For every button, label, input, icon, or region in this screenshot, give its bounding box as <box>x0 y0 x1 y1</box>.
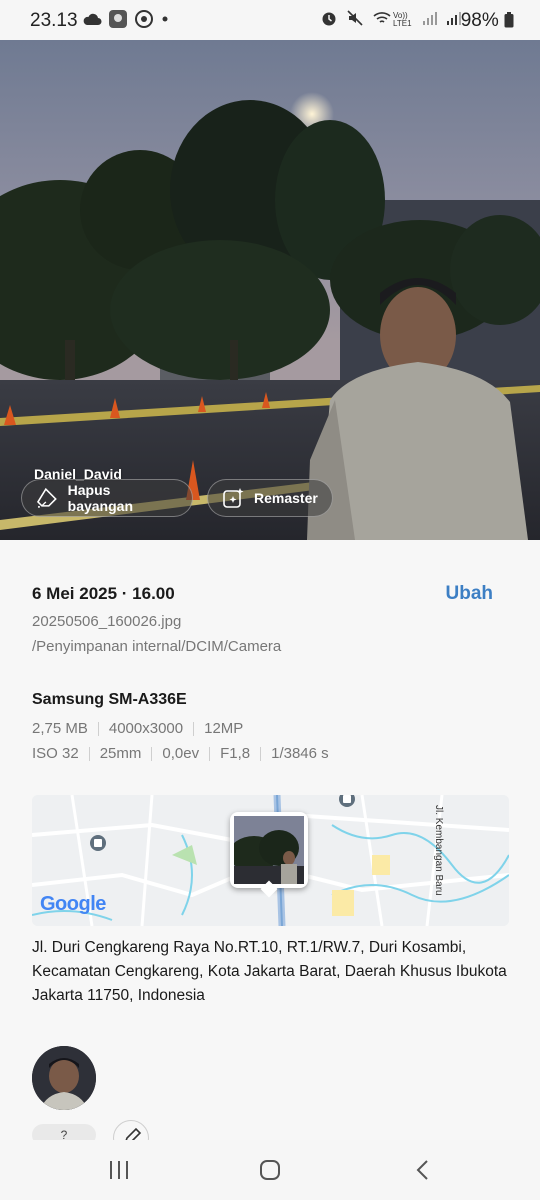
mute-icon <box>347 10 363 26</box>
photo-image <box>0 40 540 540</box>
megapixels: 12MP <box>204 720 244 737</box>
app-icon <box>109 10 127 28</box>
wifi-call-icon: Vo))LTE1 <box>373 11 412 27</box>
divider <box>260 746 262 761</box>
google-logo-text: Google <box>40 893 106 915</box>
battery-status: 98% <box>461 10 514 32</box>
remove-shadow-button[interactable]: Hapus bayangan <box>21 479 193 517</box>
divider <box>88 746 90 761</box>
file-specs: 2,75 MB 4000x3000 12MP <box>32 720 243 737</box>
divider <box>209 746 211 761</box>
map-photo-pin[interactable] <box>230 812 308 898</box>
camera-specs: ISO 32 25mm 0,0ev F1,8 1/3846 s <box>32 745 329 762</box>
file-path: /Penyimpanan internal/DCIM/Camera <box>32 638 282 655</box>
divider <box>151 746 153 761</box>
device-model: Samsung SM-A336E <box>32 691 187 708</box>
divider <box>193 721 195 736</box>
sparkle-icon <box>223 488 244 508</box>
resolution: 4000x3000 <box>108 720 184 737</box>
face-thumbnail[interactable] <box>32 1046 96 1110</box>
remove-shadow-label: Hapus bayangan <box>67 482 133 514</box>
shutter-speed: 1/3846 s <box>271 745 329 762</box>
location-map[interactable]: Jl. Kembangan Baru Google <box>32 795 509 926</box>
remaster-button[interactable]: Remaster <box>207 479 333 517</box>
map-street-label: Jl. Kembangan Baru <box>433 805 444 896</box>
signal-icon <box>423 12 437 25</box>
edit-details-button[interactable]: Ubah <box>446 583 494 605</box>
recent-apps-icon <box>110 1161 128 1179</box>
face-image <box>32 1046 96 1110</box>
alarm-icon <box>322 12 336 26</box>
navigation-bar <box>0 1140 540 1200</box>
status-time: 23.13 <box>30 10 78 31</box>
back-button[interactable] <box>408 1156 438 1184</box>
photo-date: 6 Mei 2025 · 16.00 <box>32 584 175 603</box>
home-button[interactable] <box>255 1156 285 1184</box>
aperture: F1,8 <box>220 745 251 762</box>
eraser-icon <box>36 487 57 508</box>
exposure-value: 0,0ev <box>162 745 200 762</box>
details-panel: 6 Mei 2025 · 16.00 Ubah 20250506_160026.… <box>0 540 540 1156</box>
back-icon <box>416 1160 428 1180</box>
recent-apps-button[interactable] <box>104 1156 134 1184</box>
dot-icon <box>162 16 168 22</box>
sync-icon <box>135 10 153 28</box>
photo-preview[interactable]: Daniel_David Hapus bayangan Remaster <box>0 40 540 540</box>
file-size: 2,75 MB <box>32 720 88 737</box>
network-label: LTE1 <box>393 19 412 27</box>
remaster-label: Remaster <box>254 490 318 506</box>
cloud-icon <box>83 13 102 25</box>
google-logo: Google <box>40 893 106 916</box>
battery-level: 98% <box>460 10 499 31</box>
battery-icon <box>504 12 514 28</box>
home-icon <box>260 1160 280 1180</box>
location-address[interactable]: Jl. Duri Cengkareng Raya No.RT.10, RT.1/… <box>32 936 512 1008</box>
divider <box>97 721 99 736</box>
file-name: 20250506_160026.jpg <box>32 613 182 630</box>
map-photo-thumbnail <box>234 816 304 884</box>
status-bar: 23.13 Vo)) LTE1 98% <box>0 0 540 40</box>
signal-icon <box>447 12 461 25</box>
focal-length: 25mm <box>99 745 142 762</box>
iso: ISO 32 <box>32 745 79 762</box>
